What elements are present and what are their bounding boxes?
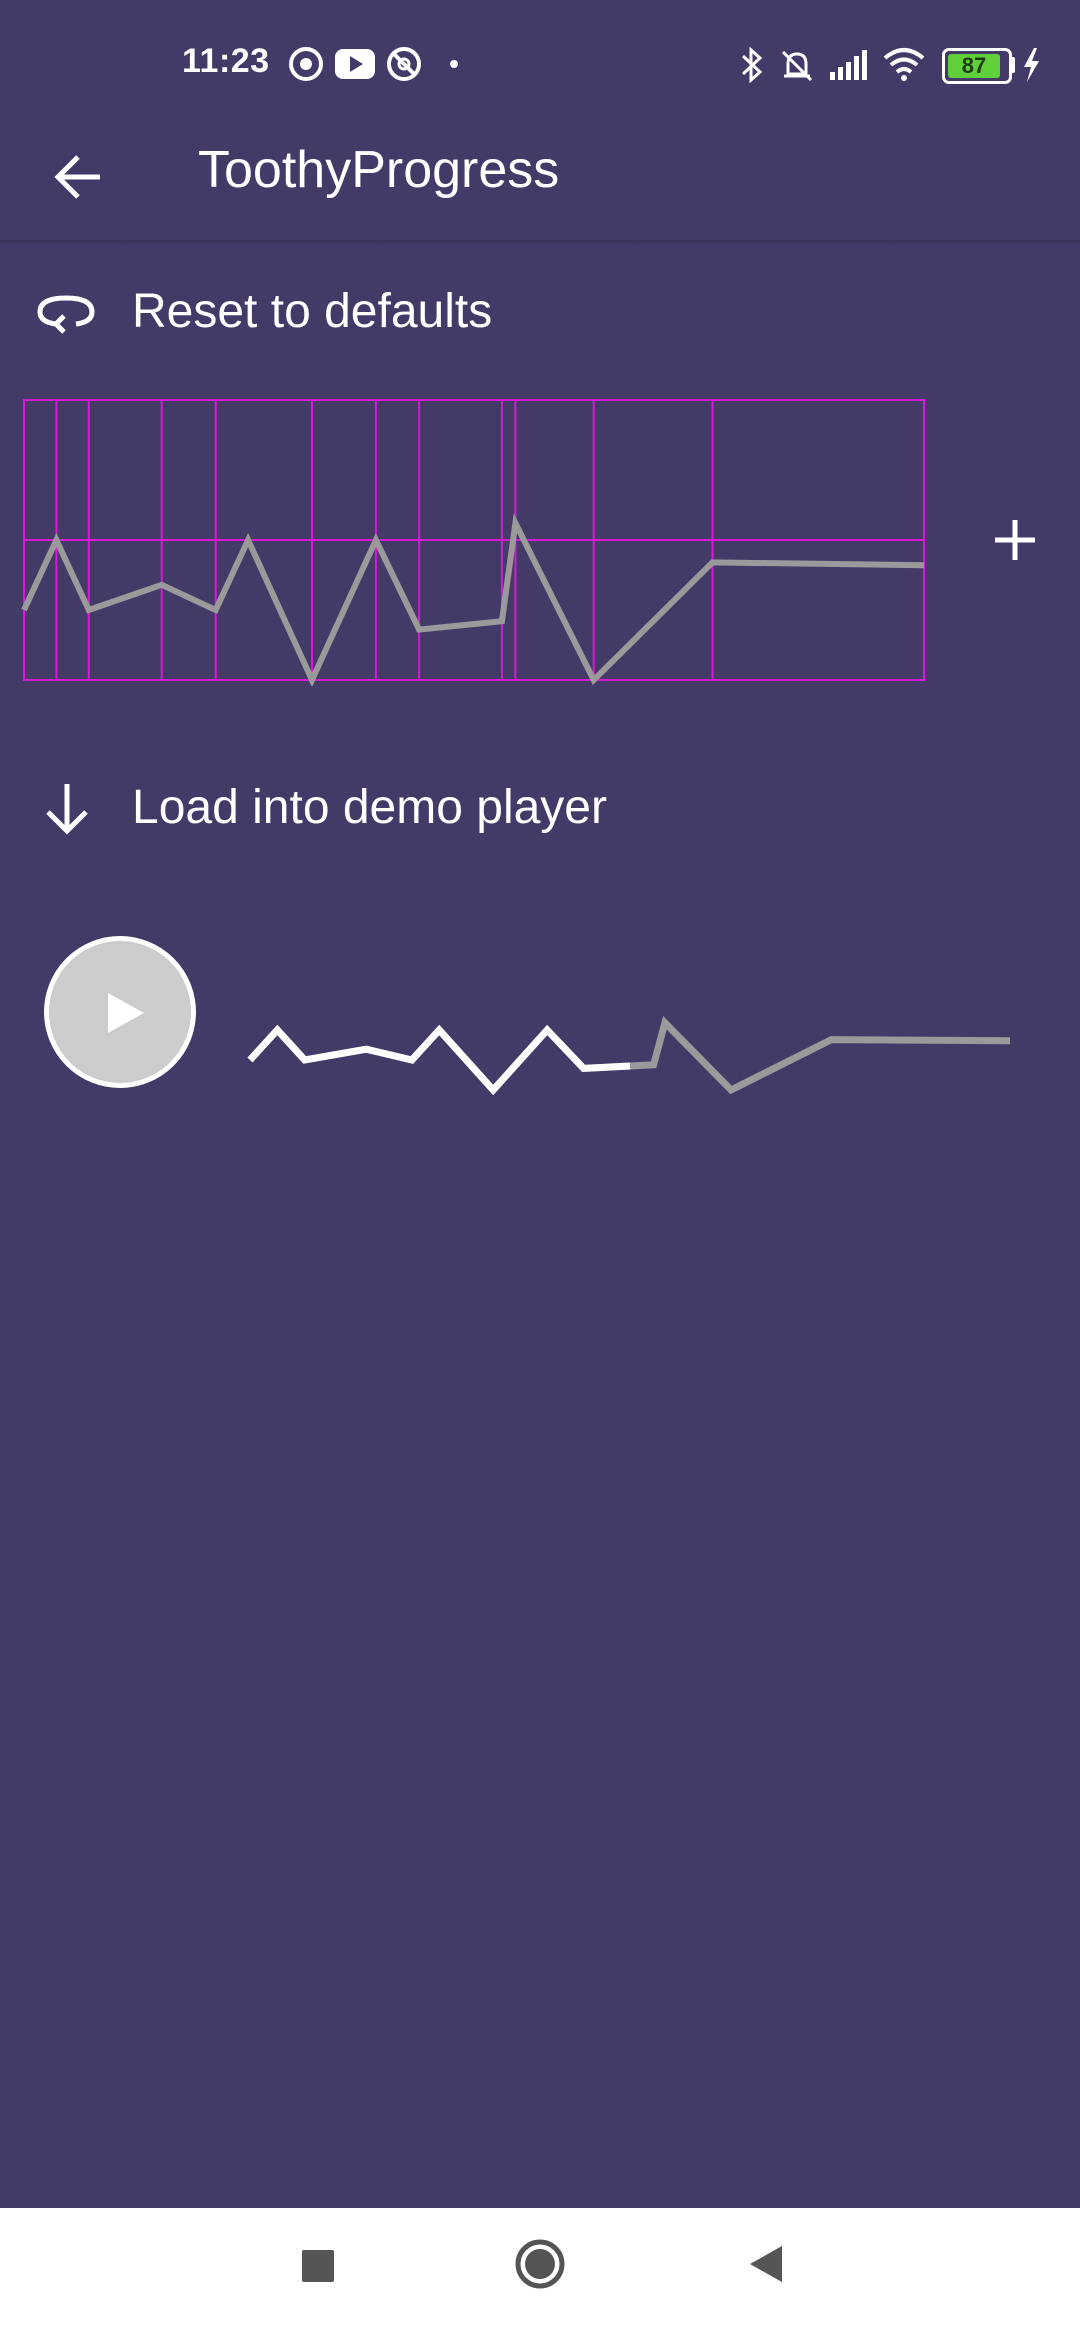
screen-record-icon	[289, 47, 323, 81]
silent-mode-icon	[781, 50, 813, 82]
home-button[interactable]	[508, 2236, 572, 2300]
battery-icon: 87	[942, 48, 1012, 84]
at-sign-icon	[387, 47, 421, 81]
home-circle-icon	[515, 2239, 565, 2289]
back-button[interactable]	[34, 132, 124, 222]
add-segment-button[interactable]	[975, 500, 1055, 580]
charging-icon	[1024, 48, 1039, 82]
youtube-icon	[335, 49, 375, 79]
page-title: ToothyProgress	[198, 141, 560, 199]
reset-defaults-button[interactable]: Reset to defaults	[0, 262, 1080, 362]
progress-shape-editor[interactable]	[20, 396, 930, 686]
signal-icon	[830, 50, 867, 80]
bluetooth-icon	[741, 46, 763, 84]
toothy-progress-bar[interactable]	[240, 955, 1020, 1105]
arrow-down-icon	[46, 784, 88, 835]
play-icon	[108, 993, 144, 1033]
play-button[interactable]	[44, 936, 196, 1088]
back-triangle-icon	[750, 2246, 782, 2282]
editor-shape-path[interactable]	[21, 513, 925, 686]
progress-remaining-path	[247, 1015, 1011, 1096]
status-time: 11:23	[182, 42, 270, 80]
reset-icon	[37, 295, 95, 334]
back-arrow-icon	[54, 155, 100, 199]
battery-tip	[1010, 57, 1015, 73]
recents-button[interactable]	[288, 2236, 348, 2296]
status-bar: 11:23 87	[0, 0, 1080, 130]
load-demo-label: Load into demo player	[132, 781, 607, 834]
dot-icon	[450, 60, 458, 68]
load-demo-button[interactable]: Load into demo player	[0, 758, 1080, 858]
recents-square-icon	[302, 2250, 334, 2282]
battery-level: 87	[961, 53, 987, 78]
system-nav-bar	[0, 2208, 1080, 2340]
nav-back-button[interactable]	[736, 2236, 796, 2296]
plus-icon	[995, 520, 1035, 560]
reset-defaults-label: Reset to defaults	[132, 285, 493, 338]
progress-played-path	[247, 1024, 631, 1096]
app-bar-divider	[0, 240, 1080, 246]
wifi-icon	[883, 48, 925, 81]
